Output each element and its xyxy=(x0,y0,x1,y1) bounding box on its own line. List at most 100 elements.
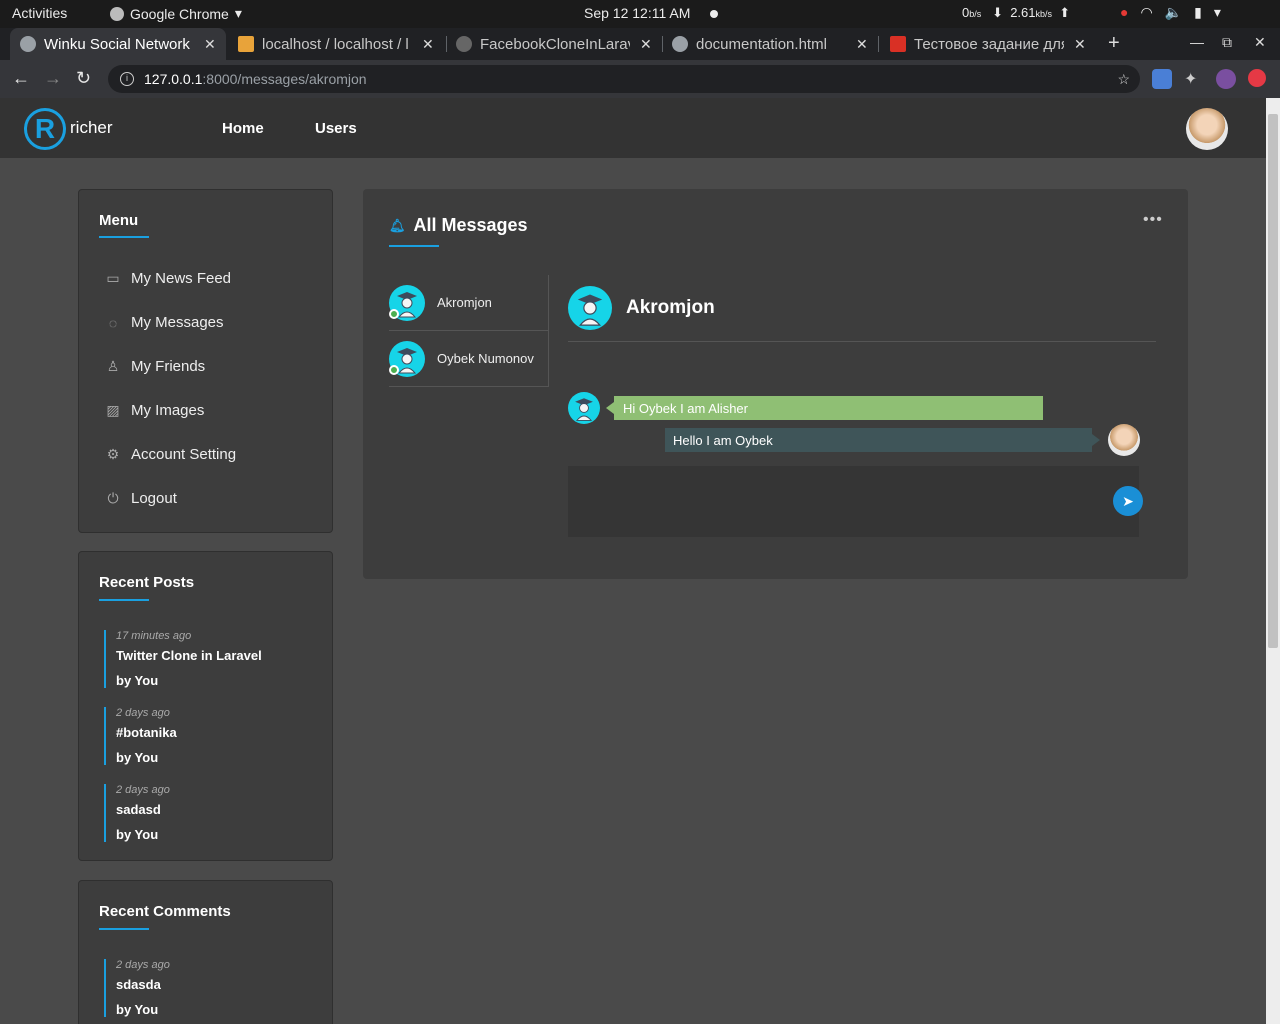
tab-documentation[interactable]: documentation.html ✕ xyxy=(662,28,878,60)
student-avatar-icon xyxy=(568,286,612,330)
tab-github[interactable]: FacebookCloneInLarav ✕ xyxy=(446,28,662,60)
nav-users[interactable]: Users xyxy=(315,120,357,137)
close-icon[interactable]: ✕ xyxy=(1074,36,1086,53)
restore-icon[interactable]: ⧉ xyxy=(1222,34,1232,51)
bookmark-star-icon[interactable]: ☆ xyxy=(1117,71,1130,88)
online-indicator xyxy=(389,364,399,375)
record-icon[interactable]: ● xyxy=(1120,4,1128,21)
conversation-name: Oybek Numonov xyxy=(437,351,534,366)
site-brand[interactable]: richer xyxy=(70,118,113,138)
tab-gmail[interactable]: Тестовое задание для ✕ xyxy=(880,28,1096,60)
post-item[interactable]: 2 days ago sadasd by You xyxy=(104,784,304,842)
menu-item-news-feed[interactable]: ▭ My News Feed xyxy=(105,270,231,287)
conversation-item-oybek[interactable]: Oybek Numonov xyxy=(389,331,549,387)
clock[interactable]: Sep 12 12:11 AM xyxy=(584,5,690,21)
reload-icon[interactable]: ↻ xyxy=(76,68,91,89)
conversation-item-akromjon[interactable]: Akromjon xyxy=(389,275,549,331)
close-icon[interactable]: ✕ xyxy=(204,36,216,53)
info-icon[interactable]: i xyxy=(120,72,134,86)
chrome-icon xyxy=(110,6,124,21)
comment-author: by You xyxy=(116,1002,159,1017)
chat-partner-name: Akromjon xyxy=(626,297,715,318)
user-icon: ♙ xyxy=(106,358,120,374)
volume-icon: 🔈 xyxy=(1164,4,1183,20)
close-window-icon[interactable]: ✕ xyxy=(1254,34,1266,51)
bell-icon: 🔔︎ xyxy=(389,217,406,233)
outgoing-message: Hello I am Oybek xyxy=(665,424,1140,456)
address-bar[interactable]: i 127.0.0.1:8000/messages/akromjon ☆ xyxy=(108,65,1140,93)
messages-title: All Messages xyxy=(413,215,528,235)
post-title[interactable]: sadasd xyxy=(116,802,304,817)
app-name: Google Chrome xyxy=(130,5,229,22)
post-time: 2 days ago xyxy=(116,707,170,719)
system-top-bar: Activities Google Chrome ▾ Sep 12 12:11 … xyxy=(0,0,1280,28)
post-title[interactable]: #botanika xyxy=(116,725,304,740)
tab-title: Тестовое задание для xyxy=(914,35,1064,53)
incoming-message: Hi Oybek I am Alisher xyxy=(568,392,1043,424)
scrollbar-thumb[interactable] xyxy=(1268,114,1278,648)
post-title[interactable]: Twitter Clone in Laravel xyxy=(116,648,304,663)
site-logo[interactable]: R xyxy=(24,108,66,150)
minimize-icon[interactable]: — xyxy=(1190,34,1204,50)
menu-widget: Menu ▭ My News Feed ◌ My Messages ♙ My F… xyxy=(78,189,333,533)
tab-phpmyadmin[interactable]: localhost / localhost / l ✕ xyxy=(228,28,444,60)
chat-header: Akromjon xyxy=(568,286,715,330)
student-avatar-icon xyxy=(568,392,600,424)
comment-text[interactable]: sdasda xyxy=(116,977,304,992)
online-indicator xyxy=(389,308,399,319)
system-tray[interactable]: ● ◠ 🔈 ▮ ▾ xyxy=(1120,4,1221,21)
menu-item-messages[interactable]: ◌ My Messages xyxy=(105,314,224,331)
back-icon[interactable]: ← xyxy=(12,68,30,89)
translate-extension-icon[interactable] xyxy=(1152,69,1172,89)
url-host: 127.0.0.1 xyxy=(144,71,203,87)
tab-winku[interactable]: Winku Social Network ✕ xyxy=(10,28,226,60)
divider xyxy=(568,341,1156,342)
chevron-down-icon: ▾ xyxy=(1213,4,1221,20)
post-author: by You xyxy=(116,673,159,688)
title-underline xyxy=(99,928,149,930)
activities-button[interactable]: Activities xyxy=(12,5,67,21)
menu-item-account-setting[interactable]: ⚙ Account Setting xyxy=(105,446,236,463)
close-icon[interactable]: ✕ xyxy=(422,36,434,53)
battery-icon: ▮ xyxy=(1194,4,1202,20)
post-author: by You xyxy=(116,827,159,842)
post-item[interactable]: 2 days ago #botanika by You xyxy=(104,707,304,765)
clipboard-icon: ▭ xyxy=(106,270,120,286)
tab-title: localhost / localhost / l xyxy=(262,35,409,53)
chevron-down-icon: ▾ xyxy=(234,5,242,21)
puzzle-extension-icon[interactable]: ✦ xyxy=(1184,69,1204,89)
menu-item-label: Logout xyxy=(131,490,177,507)
post-item[interactable]: 17 minutes ago Twitter Clone in Laravel … xyxy=(104,630,304,688)
profile-extension-icon[interactable] xyxy=(1216,69,1236,89)
title-underline xyxy=(389,245,439,247)
gear-icon: ⚙ xyxy=(106,446,120,462)
paper-plane-icon: ➤ xyxy=(1122,493,1134,509)
site-header: R richer Home Users xyxy=(0,98,1266,158)
more-options-icon[interactable]: ••• xyxy=(1143,211,1163,229)
new-tab-button[interactable]: + xyxy=(1108,32,1120,55)
update-extension-icon[interactable] xyxy=(1248,69,1266,87)
user-avatar[interactable] xyxy=(1186,108,1228,150)
close-icon[interactable]: ✕ xyxy=(640,36,652,53)
tab-title: Winku Social Network xyxy=(44,35,190,53)
menu-item-logout[interactable]: ⏻ Logout xyxy=(105,490,177,507)
menu-item-images[interactable]: ▨ My Images xyxy=(105,402,204,419)
globe-icon xyxy=(672,36,688,52)
tab-separator xyxy=(878,36,879,52)
send-button[interactable]: ➤ xyxy=(1113,486,1143,516)
forward-icon[interactable]: → xyxy=(44,68,62,89)
menu-item-label: My Friends xyxy=(131,358,206,375)
github-icon xyxy=(456,36,472,52)
comment-item[interactable]: 2 days ago sdasda by You xyxy=(104,959,304,1017)
post-time: 2 days ago xyxy=(116,784,170,796)
menu-item-friends[interactable]: ♙ My Friends xyxy=(105,358,205,375)
app-menu[interactable]: Google Chrome ▾ xyxy=(110,5,242,22)
recent-comments-widget: Recent Comments 2 days ago sdasda by You xyxy=(78,880,333,1024)
close-icon[interactable]: ✕ xyxy=(856,36,868,53)
incoming-bubble: Hi Oybek I am Alisher xyxy=(606,396,1043,420)
gmail-icon xyxy=(890,36,906,52)
comment-time: 2 days ago xyxy=(116,959,170,971)
message-input[interactable]: ➤ xyxy=(568,466,1143,537)
title-underline xyxy=(99,599,149,601)
nav-home[interactable]: Home xyxy=(222,120,264,137)
